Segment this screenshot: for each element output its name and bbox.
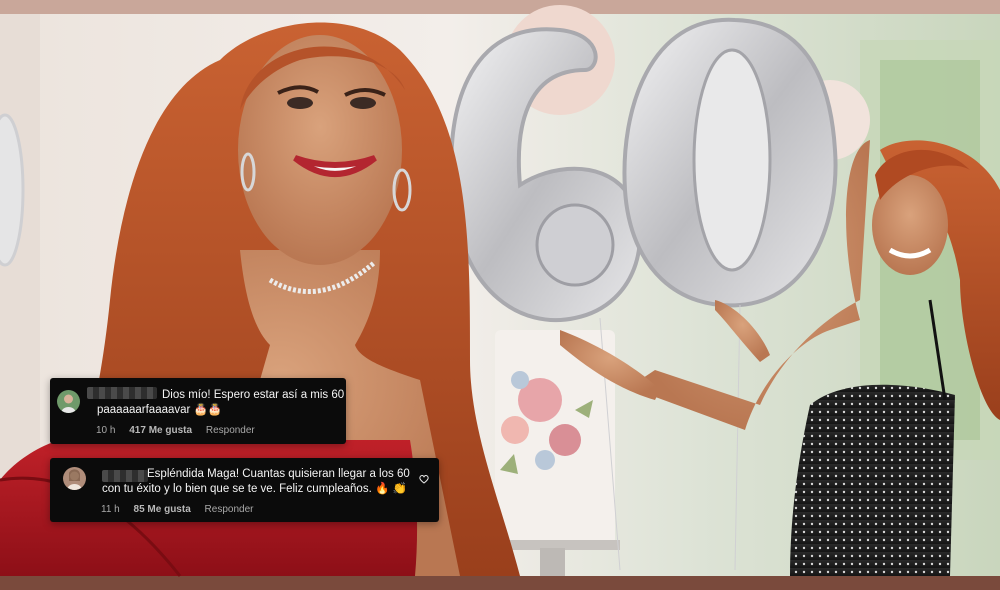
avatar-icon[interactable]	[57, 390, 80, 413]
comment-line-1: Espléndida Maga! Cuantas quisieran llega…	[147, 468, 410, 480]
comment-time: 11 h	[101, 504, 120, 515]
reply-button[interactable]: Responder	[205, 504, 254, 515]
comment-line-1: Dios mío! Espero estar así a mis 60	[162, 389, 345, 401]
comment-text: Espléndida Maga! Cuantas quisieran llega…	[102, 467, 410, 497]
comment-card: Espléndida Maga! Cuantas quisieran llega…	[50, 458, 439, 522]
avatar-icon[interactable]	[63, 467, 86, 490]
heart-icon[interactable]	[419, 474, 429, 484]
comment-meta: 11 h 85 Me gusta Responder	[101, 504, 264, 515]
comment-line-2: paaaaaarfaaaavar 🎂🎂	[97, 404, 223, 416]
comment-likes[interactable]: 85 Me gusta	[134, 504, 191, 515]
comment-text: Dios mío! Espero estar así a mis 60 paaa…	[97, 388, 344, 418]
comment-meta: 10 h 417 Me gusta Responder	[96, 425, 266, 436]
comment-line-2: con tu éxito y lo bien que se te ve. Fel…	[102, 483, 407, 495]
reply-button[interactable]: Responder	[206, 425, 255, 436]
comment-time: 10 h	[96, 425, 116, 436]
comment-card: Dios mío! Espero estar así a mis 60 paaa…	[50, 378, 346, 444]
comment-likes[interactable]: 417 Me gusta	[129, 425, 192, 436]
photo-collage: Dios mío! Espero estar así a mis 60 paaa…	[0, 0, 1000, 590]
